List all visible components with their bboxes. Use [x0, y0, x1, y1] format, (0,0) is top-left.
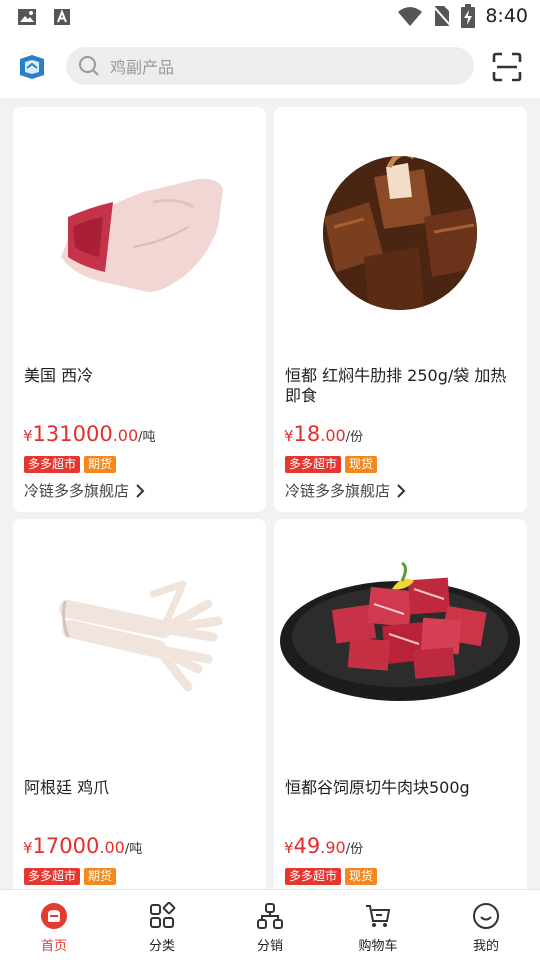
top-bar: 鸡副产品 — [0, 36, 540, 98]
product-card[interactable]: 恒都 红焖牛肋排 250g/袋 加热即食 ¥18.00/份 多多超市 现货 冷链… — [274, 107, 527, 512]
shop-link[interactable]: 冷链多多旗舰店 — [24, 480, 145, 501]
scan-icon[interactable] — [492, 52, 522, 82]
nav-label: 首页 — [40, 939, 67, 954]
bottom-nav: 首页 分类 分销 购物车 我的 — [0, 889, 540, 960]
shop-name: 冷链多多旗舰店 — [24, 482, 130, 500]
product-card[interactable]: 阿根廷 鸡爪 ¥17000.00/吨 多多超市 期货 — [13, 519, 266, 899]
product-card[interactable]: 美国 西冷 ¥131000.00/吨 多多超市 期货 冷链多多旗舰店 — [13, 107, 266, 512]
product-image-braised-short-ribs[interactable] — [274, 107, 527, 352]
wifi-icon — [398, 7, 423, 26]
nav-label: 我的 — [472, 939, 499, 954]
gallery-notification-icon — [18, 9, 36, 25]
nav-home[interactable]: 首页 — [0, 890, 108, 960]
product-image-chicken-feet[interactable] — [13, 519, 266, 764]
product-price: ¥49.90/份 — [284, 834, 364, 858]
nav-profile[interactable]: 我的 — [432, 890, 540, 960]
nav-label: 购物车 — [358, 939, 398, 954]
nav-distribution[interactable]: 分销 — [216, 890, 324, 960]
category-icon — [150, 902, 176, 928]
shop-name: 冷链多多旗舰店 — [285, 482, 391, 500]
tag-futures: 期货 — [84, 456, 117, 473]
product-price: ¥131000.00/吨 — [23, 422, 156, 446]
profile-icon — [473, 903, 499, 929]
tag-supermarket: 多多超市 — [285, 456, 342, 473]
nav-cart[interactable]: 购物车 — [324, 890, 432, 960]
product-image-beef-striploin[interactable] — [13, 107, 266, 352]
product-title[interactable]: 恒都 红焖牛肋排 250g/袋 加热即食 — [285, 366, 515, 406]
tag-supermarket: 多多超市 — [24, 868, 81, 885]
shop-link[interactable]: 冷链多多旗舰店 — [285, 480, 406, 501]
no-sim-icon — [433, 6, 452, 26]
status-bar: 8:40 — [0, 0, 540, 36]
product-tags: 多多超市 现货 — [285, 868, 378, 885]
product-price: ¥18.00/份 — [284, 422, 364, 446]
nav-category[interactable]: 分类 — [108, 890, 216, 960]
home-icon — [41, 903, 67, 929]
search-bar[interactable]: 鸡副产品 — [66, 47, 474, 85]
product-tags: 多多超市 期货 — [24, 456, 117, 473]
battery-charging-icon — [461, 4, 476, 28]
product-title[interactable]: 美国 西冷 — [24, 366, 254, 386]
chevron-right-icon — [136, 483, 145, 498]
nav-label: 分销 — [256, 939, 283, 954]
chevron-right-icon — [397, 483, 406, 498]
font-notification-icon — [54, 9, 70, 25]
distribution-icon — [257, 903, 283, 929]
tag-futures: 期货 — [84, 868, 117, 885]
nav-label: 分类 — [148, 939, 175, 954]
app-logo-icon[interactable] — [18, 53, 46, 81]
tag-supermarket: 多多超市 — [24, 456, 81, 473]
product-image-beef-cubes[interactable] — [274, 519, 527, 764]
product-title[interactable]: 阿根廷 鸡爪 — [24, 778, 254, 798]
tag-in-stock: 现货 — [345, 456, 378, 473]
product-tags: 多多超市 期货 — [24, 868, 117, 885]
clock: 8:40 — [485, 5, 528, 27]
tag-in-stock: 现货 — [345, 868, 378, 885]
search-icon — [79, 56, 99, 76]
search-placeholder: 鸡副产品 — [110, 58, 175, 77]
product-tags: 多多超市 现货 — [285, 456, 378, 473]
product-card[interactable]: 恒都谷饲原切牛肉块500g ¥49.90/份 多多超市 现货 — [274, 519, 527, 899]
product-title[interactable]: 恒都谷饲原切牛肉块500g — [285, 778, 515, 798]
cart-icon — [366, 905, 391, 927]
product-price: ¥17000.00/吨 — [23, 834, 143, 858]
tag-supermarket: 多多超市 — [285, 868, 342, 885]
